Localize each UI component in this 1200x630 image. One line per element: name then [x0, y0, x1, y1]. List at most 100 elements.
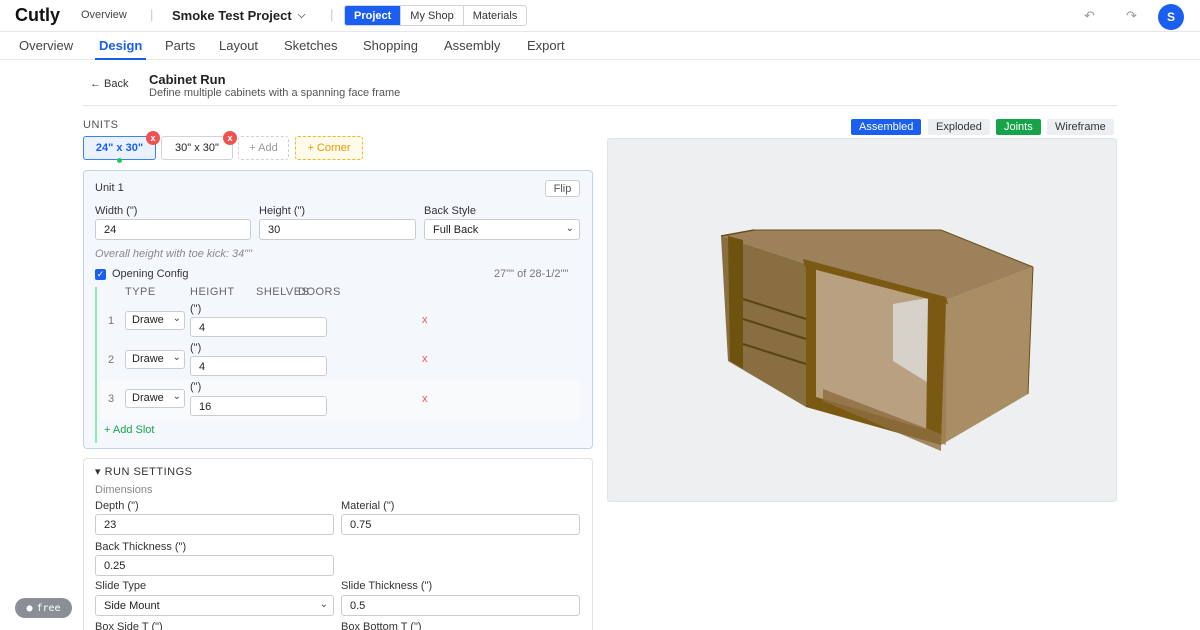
material-field[interactable]: 0.75 [341, 514, 580, 535]
slot-number: 3 [108, 393, 115, 405]
undo-icon[interactable]: ↶ [1084, 8, 1095, 24]
chevron-down-icon: ⌄ [172, 313, 181, 324]
slot-type-select[interactable]: Drawe ⌄ [125, 389, 185, 408]
slot-type-value: Drawe [132, 353, 164, 365]
slot-number: 2 [108, 354, 115, 366]
remove-slot-icon[interactable]: x [422, 353, 428, 365]
divider: | [330, 7, 334, 22]
slot-number: 1 [108, 315, 115, 327]
unit-title: Unit 1 [95, 182, 124, 194]
opening-config-checkbox[interactable]: ✓ [95, 269, 106, 280]
page-title: Cabinet Run [149, 72, 226, 87]
unit-chip[interactable]: 24" x 30" [83, 136, 156, 160]
slot-height-unit: (") [190, 381, 202, 393]
face-frame-mid-stile [806, 267, 816, 407]
height-field[interactable]: 30 [259, 219, 416, 240]
tab-export[interactable]: Export [527, 38, 565, 53]
slide-thickness-field[interactable]: 0.5 [341, 595, 580, 616]
view-wireframe-button[interactable]: Wireframe [1047, 119, 1114, 135]
back-style-select[interactable]: Full Back ⌄ [424, 219, 580, 240]
cabinet-render [720, 229, 1034, 451]
column-height: HEIGHT [190, 286, 235, 298]
slide-type-select[interactable]: Side Mount ⌄ [95, 595, 334, 616]
tab-sketches[interactable]: Sketches [284, 38, 337, 53]
back-style-value: Full Back [433, 224, 479, 236]
remove-unit-icon[interactable]: x [223, 131, 237, 145]
tab-assembly[interactable]: Assembly [444, 38, 500, 53]
design-tabs: Overview Design Parts Layout Sketches Sh… [0, 32, 1200, 60]
tab-design[interactable]: Design [99, 38, 142, 53]
back-button[interactable]: ← Back [90, 78, 129, 90]
view-assembled-button[interactable]: Assembled [851, 119, 922, 135]
divider [83, 105, 1117, 106]
slot-type-value: Drawe [132, 392, 164, 404]
overall-height-hint: Overall height with toe kick: 34"" [95, 248, 252, 260]
back-thickness-field[interactable]: 0.25 [95, 555, 334, 576]
slot-height-field[interactable]: 16 [190, 396, 327, 416]
add-unit-button[interactable]: + Add [238, 136, 289, 160]
add-slot-button[interactable]: + Add Slot [104, 424, 154, 436]
opening-total: 27"" of 28-1/2"" [494, 268, 569, 280]
material-label: Material (") [341, 500, 395, 512]
plan-badge[interactable]: ● free [15, 598, 72, 618]
active-unit-indicator [117, 158, 122, 163]
tab-shopping[interactable]: Shopping [363, 38, 418, 53]
back-thickness-label: Back Thickness (") [95, 541, 187, 553]
page-subtitle: Define multiple cabinets with a spanning… [149, 87, 401, 99]
segment-materials[interactable]: Materials [464, 6, 527, 25]
run-settings-toggle[interactable]: ▾ RUN SETTINGS [95, 465, 192, 478]
project-selector[interactable]: Smoke Test Project ⌵ [172, 8, 305, 23]
plan-badge-label: free [36, 602, 61, 614]
opening-config-label: Opening Config [112, 268, 189, 280]
app-logo[interactable]: Cutly [15, 5, 60, 26]
box-bottom-label: Box Bottom T (") [341, 621, 422, 630]
segment-my-shop[interactable]: My Shop [401, 6, 464, 25]
slot-type-value: Drawe [132, 314, 164, 326]
slot-type-select[interactable]: Drawe ⌄ [125, 350, 185, 369]
divider: | [150, 7, 154, 22]
slot-height-unit: (") [190, 342, 202, 354]
3d-viewport[interactable] [607, 138, 1117, 502]
depth-field[interactable]: 23 [95, 514, 334, 535]
slot-height-field[interactable]: 4 [190, 317, 327, 337]
width-field[interactable]: 24 [95, 219, 251, 240]
add-corner-button[interactable]: + Corner [295, 136, 363, 160]
user-avatar[interactable]: S [1158, 4, 1184, 30]
tab-layout[interactable]: Layout [219, 38, 258, 53]
tab-overview[interactable]: Overview [19, 38, 73, 53]
width-label: Width (") [95, 205, 138, 217]
redo-icon[interactable]: ↷ [1126, 8, 1137, 24]
chevron-down-icon: ⌄ [172, 352, 181, 363]
flip-button[interactable]: Flip [545, 180, 580, 197]
view-exploded-button[interactable]: Exploded [928, 119, 990, 135]
context-switcher: Project My Shop Materials [344, 5, 528, 26]
units-label: UNITS [83, 119, 119, 131]
chevron-down-icon: ⌵ [297, 10, 306, 21]
segment-project[interactable]: Project [345, 6, 402, 25]
column-type: TYPE [125, 286, 156, 298]
slot-height-field[interactable]: 4 [190, 356, 327, 376]
chevron-down-icon: ⌄ [565, 223, 574, 234]
chevron-down-icon: ⌄ [319, 599, 328, 610]
chevron-down-icon: ⌄ [172, 391, 181, 402]
status-dot-icon: ● [26, 602, 33, 614]
remove-unit-icon[interactable]: x [146, 131, 160, 145]
dimensions-heading: Dimensions [95, 484, 153, 496]
slot-height-unit: (") [190, 303, 202, 315]
slide-thickness-label: Slide Thickness (") [341, 580, 433, 592]
height-label: Height (") [259, 205, 306, 217]
depth-label: Depth (") [95, 500, 139, 512]
back-style-label: Back Style [424, 205, 476, 217]
remove-slot-icon[interactable]: x [422, 314, 428, 326]
slot-type-select[interactable]: Drawe ⌄ [125, 311, 185, 330]
tab-parts[interactable]: Parts [165, 38, 195, 53]
overview-link[interactable]: Overview [81, 9, 127, 21]
remove-slot-icon[interactable]: x [422, 393, 428, 405]
face-frame-stile [728, 236, 743, 369]
slots-guide [95, 287, 97, 443]
view-joints-button[interactable]: Joints [996, 119, 1041, 135]
box-side-label: Box Side T (") [95, 621, 163, 630]
active-tab-indicator [95, 58, 146, 60]
slide-type-value: Side Mount [104, 600, 160, 612]
top-bar: Cutly Overview | Smoke Test Project ⌵ | … [0, 0, 1200, 32]
